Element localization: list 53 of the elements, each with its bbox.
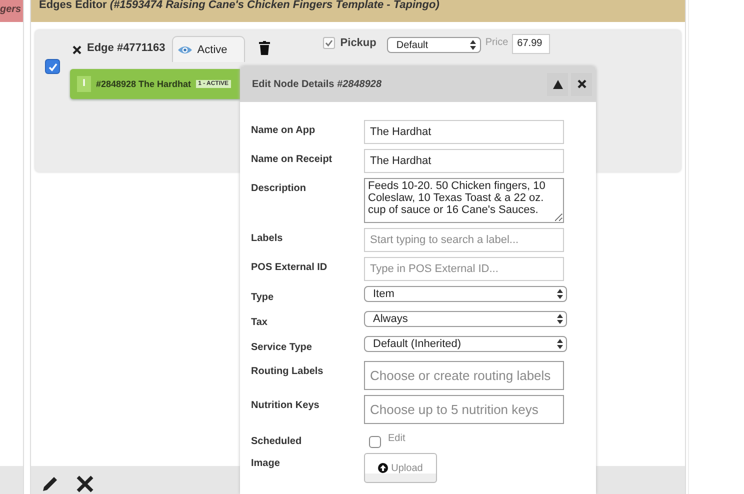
collapse-button[interactable] (547, 72, 568, 96)
field-label: Service Type (251, 341, 313, 353)
check-icon (46, 60, 58, 72)
input-field[interactable]: Type in POS External ID... (364, 257, 564, 281)
tag-input-field[interactable]: Choose or create routing labels (364, 361, 564, 390)
updown-icon (470, 40, 476, 50)
trash-icon[interactable] (259, 41, 270, 55)
dropdown[interactable]: Item (364, 286, 567, 302)
check-icon (324, 38, 334, 48)
price-field[interactable]: 67.99 (512, 34, 550, 54)
input-field[interactable]: Start typing to search a label... (364, 228, 564, 252)
pencil-icon[interactable] (41, 475, 59, 493)
field-label: POS External ID (251, 261, 328, 273)
dropdown[interactable]: Default (Inherited) (364, 336, 567, 352)
checkbox[interactable] (323, 37, 336, 49)
checkbox[interactable] (369, 436, 381, 448)
updown-icon (557, 339, 563, 349)
input-field[interactable]: The Hardhat (364, 149, 564, 173)
close-icon (576, 79, 586, 89)
checkbox-label: Edit (388, 433, 406, 444)
upload-button[interactable]: Upload (364, 453, 437, 483)
field-label: Routing Labels (251, 365, 324, 377)
text-area[interactable]: Feeds 10-20. 50 Chicken fingers, 10 Coleslaw, 10 Texas Toast & a 22 oz. cup of sauce or 16 Cane's Sauces. (364, 178, 564, 223)
field-label: Name on App (251, 124, 316, 136)
panel-title: Edges Editor (#1593474 Raising Cane's Chicken Fingers Template - Tapingo) (31, 0, 685, 22)
field-label: Labels (251, 232, 284, 244)
node-title: #2848928 The Hardhat (96, 79, 192, 89)
updown-icon (557, 289, 563, 299)
field-label: Scheduled (251, 435, 303, 447)
triangle-up-icon (552, 80, 562, 88)
field-label: Type (251, 291, 275, 303)
mode-dropdown[interactable]: Default (387, 37, 482, 53)
price-label: Price (485, 37, 508, 48)
close-icon[interactable] (72, 45, 82, 55)
checkbox[interactable] (45, 59, 60, 74)
field-label: Description (251, 182, 308, 194)
edge-title: Edge #4771163 (87, 42, 166, 54)
dropdown[interactable]: Always (364, 311, 567, 327)
close-icon[interactable] (76, 475, 94, 493)
input-field[interactable]: The Hardhat (364, 120, 564, 144)
eye-icon (177, 44, 194, 56)
upload-icon (378, 463, 388, 473)
close-button[interactable] (571, 72, 592, 96)
field-label: Image (251, 457, 281, 469)
panel-title: gers (0, 0, 23, 22)
node-type-badge: I (77, 76, 91, 92)
tag-input-field[interactable]: Choose up to 5 nutrition keys (364, 395, 564, 424)
field-label: Name on Receipt (251, 153, 334, 165)
field-label: Nutrition Keys (251, 399, 320, 411)
status-button[interactable]: Active (172, 36, 246, 62)
updown-icon (557, 314, 563, 324)
field-label: Tax (251, 316, 268, 328)
checkbox-label: Pickup (340, 37, 376, 49)
